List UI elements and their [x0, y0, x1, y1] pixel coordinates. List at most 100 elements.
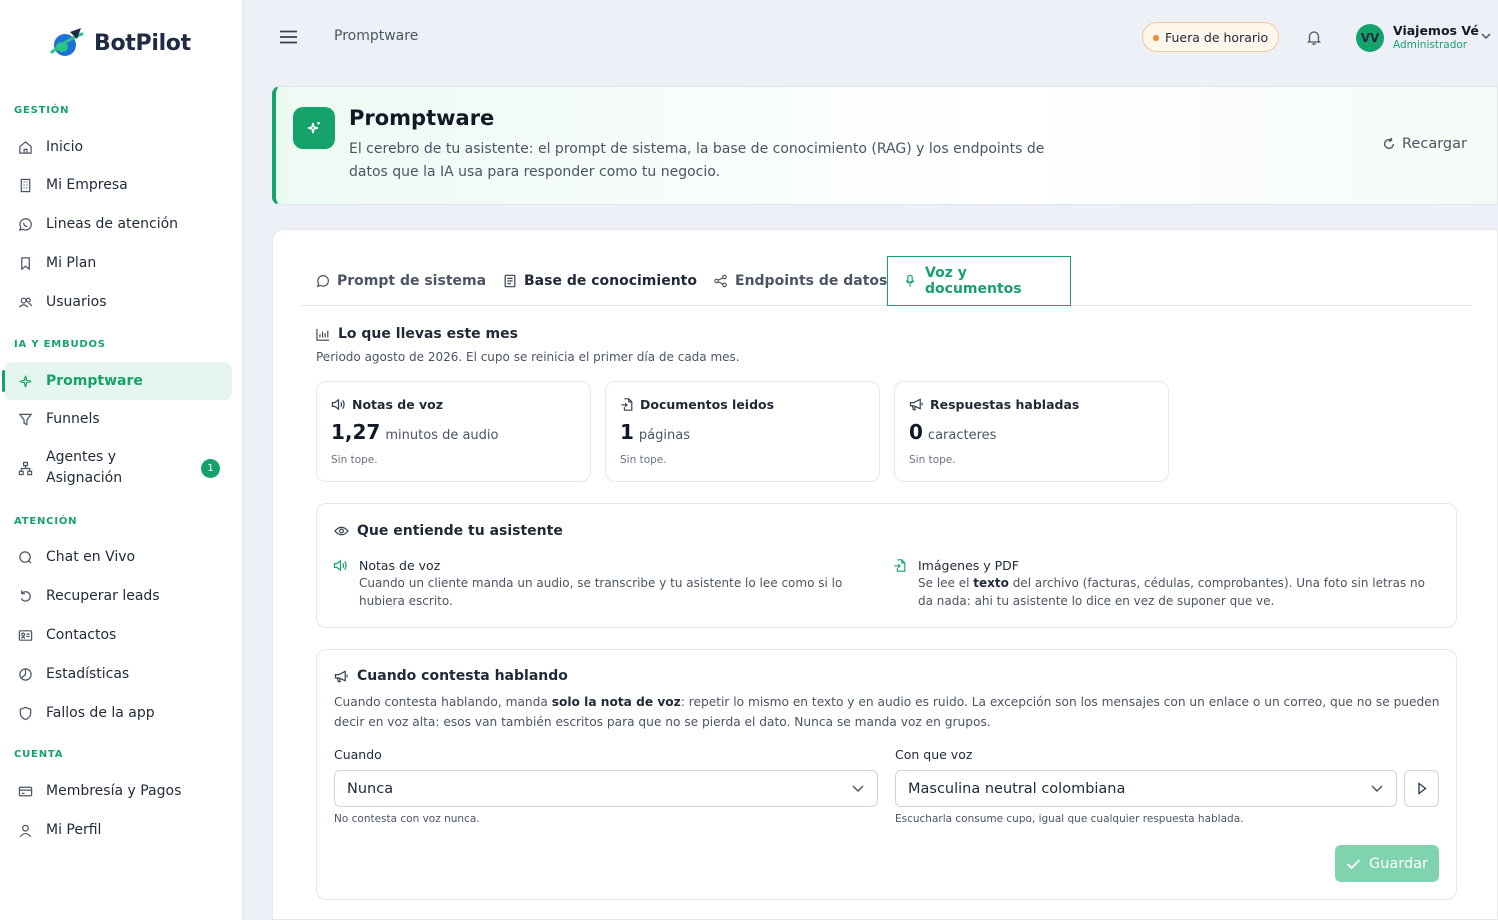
sidebar-item-label: Funnels: [46, 411, 100, 427]
chevron-down-icon: [1370, 781, 1384, 795]
building-icon: [17, 177, 33, 193]
section-gestion: GESTIÓN: [14, 105, 70, 116]
file-import-icon: [893, 558, 907, 573]
sidebar-item-mi-plan[interactable]: Mi Plan: [4, 244, 232, 282]
avatar[interactable]: VV: [1356, 24, 1384, 52]
usage-value-unit: páginas: [638, 428, 690, 443]
pie-chart-icon: [17, 666, 33, 682]
usage-card-spoken-replies: Respuestas habladas 0 caracteres Sin top…: [894, 381, 1169, 482]
sidebar-item-agentes[interactable]: Agentes y Asignación 1: [4, 446, 232, 490]
sidebar-item-label: Mi Plan: [46, 255, 97, 271]
sidebar-item-label: Membresía y Pagos: [46, 783, 182, 799]
speaking-desc-bold: solo la nota de voz: [551, 695, 681, 709]
usage-card-documents: Documentos leidos 1 páginas Sin tope.: [605, 381, 880, 482]
sidebar-item-label: Agentes y Asignación: [46, 449, 123, 486]
section-atencion: ATENCIÓN: [14, 516, 78, 527]
users-icon: [17, 294, 33, 310]
usage-value-unit: minutos de audio: [385, 428, 499, 443]
sidebar-item-label: Mi Empresa: [46, 177, 128, 193]
sidebar-item-recuperar-leads[interactable]: Recuperar leads: [4, 577, 232, 615]
user-name[interactable]: Viajemos Vé: [1393, 23, 1479, 38]
sidebar-item-promptware[interactable]: Promptware: [2, 362, 232, 400]
sidebar: BotPilot GESTIÓN IA Y EMBUDOS ATENCIÓN C…: [0, 0, 243, 920]
reload-label: Recargar: [1402, 136, 1467, 152]
tab-endpoints-de-datos[interactable]: Endpoints de datos: [713, 256, 887, 306]
sidebar-item-label: Chat en Vivo: [46, 549, 136, 565]
play-voice-button[interactable]: [1404, 770, 1439, 807]
document-icon: [503, 274, 517, 288]
refresh-icon: [1382, 137, 1396, 151]
sidebar-item-label: Recuperar leads: [46, 588, 160, 604]
eye-icon: [334, 525, 349, 537]
usage-card-cap: Sin tope.: [909, 454, 956, 466]
when-select-value: Nunca: [347, 780, 394, 797]
share-nodes-icon: [713, 274, 728, 288]
tab-prompt-de-sistema[interactable]: Prompt de sistema: [316, 256, 486, 306]
usage-card-value: 0 caracteres: [909, 420, 996, 444]
brand-logo[interactable]: BotPilot: [48, 26, 191, 60]
feature-description: Se lee el texto del archivo (facturas, c…: [918, 574, 1438, 610]
sidebar-item-mi-empresa[interactable]: Mi Empresa: [4, 166, 232, 204]
breadcrumb-title: Promptware: [334, 28, 419, 44]
speaking-description: Cuando contesta hablando, manda solo la …: [334, 692, 1444, 732]
hamburger-menu-icon[interactable]: [279, 29, 298, 45]
sidebar-item-label: Estadísticas: [46, 666, 130, 682]
filter-icon: [17, 411, 33, 427]
usage-value-unit: caracteres: [927, 428, 997, 443]
bar-chart-icon: [316, 328, 330, 341]
undo-icon: [17, 588, 33, 604]
sidebar-item-chat-en-vivo[interactable]: Chat en Vivo: [4, 538, 232, 576]
save-button[interactable]: Guardar: [1335, 845, 1439, 882]
understands-title-text: Que entiende tu asistente: [357, 523, 563, 539]
user-role: Administrador: [1393, 39, 1468, 51]
speaking-title: Cuando contesta hablando: [334, 668, 568, 684]
microphone-icon: [904, 274, 916, 288]
usage-card-label: Notas de voz: [331, 397, 443, 412]
status-badge[interactable]: Fuera de horario: [1142, 22, 1280, 52]
when-label: Cuando: [334, 747, 382, 762]
usage-card-value: 1 páginas: [620, 420, 690, 444]
section-cuenta: CUENTA: [14, 749, 64, 760]
tab-label: Voz y documentos: [925, 265, 1022, 297]
usage-card-label-text: Notas de voz: [352, 397, 444, 412]
usage-card-cap: Sin tope.: [331, 454, 378, 466]
sidebar-item-membresia[interactable]: Membresía y Pagos: [4, 772, 232, 810]
usage-card-voice-notes: Notas de voz 1,27 minutos de audio Sin t…: [316, 381, 591, 482]
feature-description: Cuando un cliente manda un audio, se tra…: [359, 576, 843, 608]
sparkle-icon: [17, 373, 33, 389]
sidebar-item-inicio[interactable]: Inicio: [4, 128, 232, 166]
page-title: Promptware: [349, 106, 495, 130]
sidebar-item-mi-perfil[interactable]: Mi Perfil: [4, 811, 232, 849]
sidebar-item-label: Inicio: [46, 139, 84, 155]
whatsapp-icon: [17, 216, 33, 232]
rocket-planet-icon: [48, 26, 84, 60]
tab-base-de-conocimiento[interactable]: Base de conocimiento: [503, 256, 697, 306]
sidebar-item-fallos[interactable]: Fallos de la app: [4, 694, 232, 732]
tab-voz-y-documentos[interactable]: Voz y documentos: [887, 256, 1071, 306]
tab-label: Prompt de sistema: [337, 273, 487, 289]
sidebar-item-estadisticas[interactable]: Estadísticas: [4, 655, 232, 693]
usage-subtitle: Periodo agosto de 2026. El cupo se reini…: [316, 350, 740, 364]
when-select[interactable]: Nunca: [334, 770, 878, 807]
reload-button[interactable]: Recargar: [1382, 136, 1467, 152]
sidebar-item-lineas[interactable]: Lineas de atención: [4, 205, 232, 243]
sidebar-item-contactos[interactable]: Contactos: [4, 616, 232, 654]
file-import-icon: [620, 397, 634, 412]
usage-title-text: Lo que llevas este mes: [338, 326, 518, 342]
chevron-down-icon[interactable]: [1480, 31, 1492, 41]
sidebar-item-usuarios[interactable]: Usuarios: [4, 283, 232, 321]
credit-card-icon: [17, 783, 33, 799]
section-ia-embudos: IA Y EMBUDOS: [14, 339, 106, 350]
shield-icon: [17, 705, 33, 721]
sidebar-item-label: Fallos de la app: [46, 705, 155, 721]
feature-desc-part: Se lee el: [918, 576, 974, 590]
brand-name: BotPilot: [94, 30, 191, 56]
usage-value-number: 1,27: [331, 420, 381, 444]
sidebar-item-funnels[interactable]: Funnels: [4, 400, 232, 438]
megaphone-icon: [909, 398, 924, 411]
hierarchy-icon: [17, 460, 33, 476]
bell-icon[interactable]: [1306, 29, 1322, 46]
feature-desc-bold: texto: [973, 576, 1009, 590]
voice-select[interactable]: Masculina neutral colombiana: [895, 770, 1397, 807]
sidebar-item-label: Usuarios: [46, 294, 107, 310]
